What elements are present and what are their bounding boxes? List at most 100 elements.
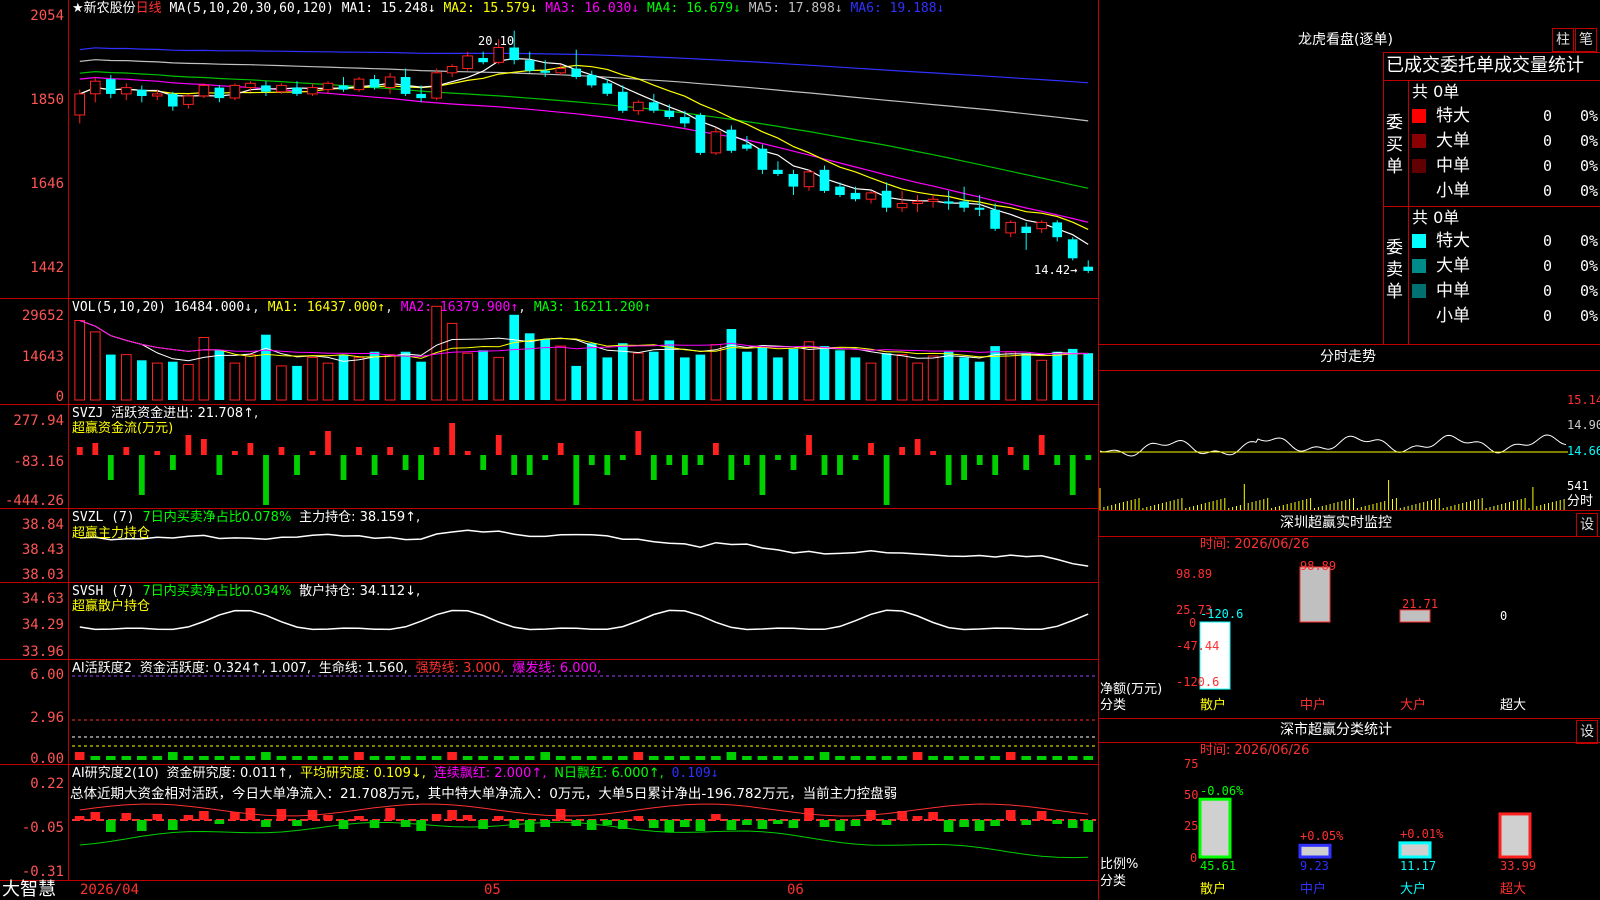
volume-bar bbox=[1052, 351, 1062, 400]
sidebar-divider bbox=[1383, 52, 1384, 344]
volume-bar bbox=[865, 362, 877, 401]
candle-body bbox=[446, 66, 458, 74]
ma6-value: MA6: 19.188↓ bbox=[850, 1, 945, 16]
tick-mode-button[interactable]: 笔 bbox=[1575, 28, 1597, 52]
volume-bar bbox=[183, 364, 194, 401]
ma3-value: MA3: 16.030↓ bbox=[545, 1, 640, 16]
volume-bar bbox=[555, 345, 567, 401]
monitor-bar bbox=[1299, 566, 1331, 623]
monitor-settings-button[interactable]: 设 bbox=[1576, 513, 1598, 537]
volume-bar bbox=[322, 362, 334, 401]
activity-bar bbox=[680, 756, 690, 760]
stats-axis-label: 0 bbox=[1190, 851, 1198, 865]
research-bar bbox=[633, 816, 644, 820]
flow-bar bbox=[1085, 455, 1092, 460]
svzj-value: 活跃资金进出: 21.708↑, bbox=[111, 406, 259, 421]
research-bar bbox=[928, 812, 938, 820]
flow-bar bbox=[914, 439, 921, 455]
stats-top-label: +0.05% bbox=[1300, 829, 1344, 843]
research-bar bbox=[199, 811, 209, 820]
candle-body bbox=[214, 87, 225, 99]
stats-settings-button[interactable]: 设 bbox=[1576, 720, 1598, 744]
flow-bar bbox=[216, 455, 223, 475]
activity-bar bbox=[338, 756, 349, 760]
flow-bar bbox=[309, 451, 316, 455]
research-bar bbox=[974, 820, 985, 831]
activity-bar bbox=[571, 756, 581, 760]
volume-bar bbox=[198, 337, 210, 401]
flow-bar bbox=[573, 455, 580, 505]
research-bar bbox=[602, 820, 613, 825]
research-bar bbox=[431, 814, 442, 820]
candle-body bbox=[896, 203, 908, 209]
svzl-title: 超赢主力持仓 bbox=[72, 526, 151, 541]
candle-body bbox=[788, 174, 799, 187]
price-axis-label: 2054 bbox=[30, 8, 64, 24]
research-bar bbox=[369, 820, 380, 828]
candle-body bbox=[1021, 226, 1031, 233]
row-pct: 0% bbox=[1580, 157, 1599, 175]
candle-body bbox=[183, 95, 194, 105]
candle-body bbox=[927, 198, 939, 202]
flow-bar bbox=[418, 455, 424, 480]
research-bar bbox=[835, 820, 845, 831]
flow-bar bbox=[263, 455, 269, 505]
volume-bar bbox=[819, 346, 830, 400]
activity-bar bbox=[1005, 752, 1016, 760]
sidebar-divider bbox=[1408, 80, 1409, 344]
low-price-mark: 14.42→ bbox=[1034, 263, 1078, 277]
row-value: 0 bbox=[1543, 132, 1553, 150]
kline-chart[interactable] bbox=[0, 0, 1600, 900]
stock-name: 新农股份 bbox=[83, 1, 136, 16]
candle-body bbox=[757, 148, 768, 170]
volume-bar bbox=[1067, 348, 1078, 400]
ai2-average: 平均研究度: 0.109↓, bbox=[300, 766, 426, 781]
candle-body bbox=[121, 87, 132, 95]
flow-bar bbox=[123, 447, 130, 455]
research-bar bbox=[1005, 810, 1016, 820]
candle-body bbox=[384, 76, 396, 88]
volume-bar bbox=[214, 350, 225, 400]
research-bar bbox=[106, 820, 116, 832]
vol-label: VOL(5,10,20) bbox=[72, 300, 166, 315]
flow-bar bbox=[837, 455, 843, 475]
svsh-title: 超赢散户持仓 bbox=[72, 599, 151, 614]
bar-mode-button[interactable]: 柱 bbox=[1552, 28, 1574, 52]
monitor-axis-label: 0 bbox=[1189, 616, 1197, 630]
candle-body bbox=[1067, 239, 1078, 259]
research-bar bbox=[121, 813, 132, 820]
stats-time: 时间: 2026/06/26 bbox=[1200, 743, 1310, 758]
activity-bar bbox=[524, 756, 535, 760]
flow-bar bbox=[76, 447, 83, 455]
monitor-cat: 散户 bbox=[1200, 698, 1227, 713]
ai1-label: AI活跃度2 bbox=[72, 661, 132, 676]
legend-swatch bbox=[1412, 284, 1426, 298]
row-pct: 0% bbox=[1580, 282, 1599, 300]
ai2-label: AI研究度2(10) bbox=[72, 766, 159, 781]
activity-bar bbox=[819, 752, 830, 760]
row-name: 特大 bbox=[1436, 231, 1470, 251]
favorite-star-icon[interactable]: ★ bbox=[72, 1, 84, 16]
ma4-value: MA4: 16.679↓ bbox=[646, 1, 741, 16]
candle-body bbox=[726, 129, 737, 151]
row-name: 大单 bbox=[1436, 256, 1470, 276]
research-bar bbox=[850, 820, 861, 826]
volume-bar bbox=[152, 362, 163, 401]
svzl-line bbox=[79, 529, 1089, 567]
ma120-line bbox=[79, 47, 1089, 84]
flow-bar bbox=[930, 451, 936, 455]
research-bar bbox=[292, 820, 302, 826]
monitor-bar-label: 98.89 bbox=[1300, 559, 1337, 573]
brand-logo[interactable]: 大智慧 bbox=[2, 880, 56, 900]
research-bar bbox=[990, 820, 1000, 826]
period-label[interactable]: 日线 bbox=[136, 1, 162, 16]
candle-body bbox=[74, 93, 86, 116]
activity-bar bbox=[447, 752, 457, 760]
price-axis-label: 1850 bbox=[30, 92, 64, 108]
activity-bar bbox=[742, 756, 752, 760]
volume-bar bbox=[137, 360, 147, 400]
buy-side-label: 委买单 bbox=[1386, 113, 1403, 177]
date-label: 06 bbox=[787, 882, 804, 898]
flow-bar bbox=[775, 455, 781, 460]
svsh-value: 散户持仓: 34.112↓, bbox=[299, 584, 421, 599]
